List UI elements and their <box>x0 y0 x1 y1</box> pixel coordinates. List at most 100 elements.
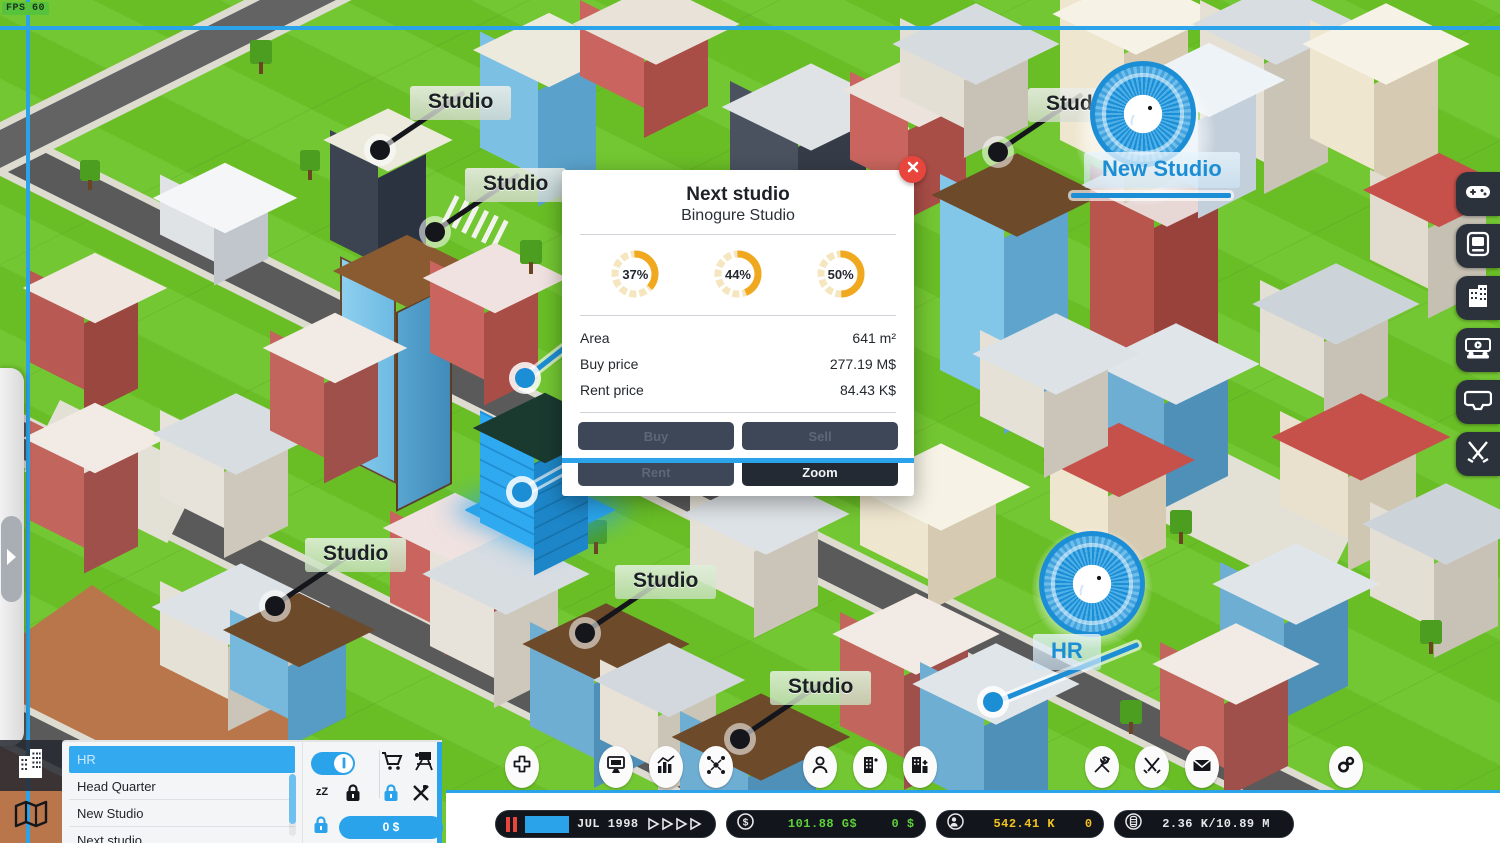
map-pin-label: HR <box>1033 634 1101 670</box>
divider <box>379 750 380 798</box>
left-border <box>26 0 30 843</box>
budget-value[interactable]: 0 $ <box>339 815 443 839</box>
gamepad-icon-button[interactable] <box>1456 172 1500 216</box>
dialog-actions: Buy Sell Rent Zoom <box>578 422 898 486</box>
settings-button[interactable] <box>1329 746 1363 788</box>
fast-forward-controls[interactable] <box>647 817 705 831</box>
computer-button[interactable] <box>599 746 633 788</box>
pin-dot <box>265 596 285 616</box>
detail-key: Area <box>580 330 610 346</box>
progress-ring: 37% <box>609 248 661 300</box>
chart-button[interactable] <box>649 746 683 788</box>
mail-button[interactable] <box>1185 746 1219 788</box>
list-item[interactable]: New Studio <box>69 800 295 827</box>
combat-button[interactable] <box>1135 746 1169 788</box>
hud-map-tab[interactable] <box>0 791 62 842</box>
next-studio-dialog[interactable]: Next studio Binogure Studio 37% 44% 50% … <box>562 156 926 496</box>
building <box>972 310 1140 479</box>
employee-value: 542.41 K <box>993 817 1056 831</box>
person-icon <box>810 755 830 780</box>
pin-dot <box>512 482 532 502</box>
power-toggle[interactable] <box>311 751 355 775</box>
close-icon <box>906 160 920 179</box>
add-building-button[interactable] <box>903 746 937 788</box>
sleep-zzz-icon[interactable]: zZ <box>311 783 333 808</box>
budget-row-1[interactable]: 0 $ <box>311 812 443 842</box>
ring-label: 44% <box>724 266 751 282</box>
sell-button[interactable]: Sell <box>742 422 898 450</box>
money-icon: $ <box>736 813 754 835</box>
swords-icon <box>1465 439 1491 470</box>
building-controls-panel[interactable]: zZ 0 $ <box>302 740 443 843</box>
money-delta: 0 $ <box>891 817 915 831</box>
detail-value: 84.43 K$ <box>839 382 896 398</box>
close-button[interactable] <box>899 156 926 183</box>
map-pin-label: Studio <box>410 86 512 120</box>
map-pin-label: Studio <box>615 565 717 599</box>
repair-button[interactable] <box>1085 746 1119 788</box>
list-item[interactable]: HR <box>69 746 295 773</box>
list-scrollbar-thumb[interactable] <box>289 774 296 824</box>
sleep-lock-cell[interactable]: zZ <box>311 780 373 810</box>
marketing-icon-button[interactable] <box>1456 328 1500 372</box>
top-border <box>0 26 1500 30</box>
pin-dot <box>425 222 445 242</box>
monitor-icon-button[interactable] <box>1456 380 1500 424</box>
building-list-button[interactable] <box>853 746 887 788</box>
buildings-icon <box>1466 283 1490 314</box>
game-screen: Studio Studio Studio Studio Studio Studi… <box>0 0 1500 843</box>
panel-accent-edge <box>437 742 442 843</box>
left-drawer-panel[interactable] <box>0 368 24 746</box>
new-studio-badge[interactable] <box>1095 66 1191 162</box>
pin-dot <box>575 623 595 643</box>
pause-icon[interactable] <box>506 816 517 832</box>
progress-rings: 37% 44% 50% <box>578 244 898 306</box>
network-button[interactable] <box>699 746 733 788</box>
list-item[interactable]: Next studio <box>69 827 295 843</box>
lock-icon[interactable] <box>381 783 401 808</box>
bar-chart-icon <box>656 754 676 780</box>
lock-icon[interactable] <box>343 783 363 808</box>
buildings-hud[interactable]: HR Head Quarter New Studio Next studio z… <box>0 740 443 843</box>
status-bar[interactable]: JUL 1998 $ 101.88 G$ 0 $ 542.41 K 0 2.36… <box>495 810 1294 838</box>
swords-icon-button[interactable] <box>1456 432 1500 476</box>
right-toolbar[interactable] <box>1456 172 1500 476</box>
hr-badge[interactable] <box>1044 536 1140 632</box>
building <box>892 0 1060 159</box>
employee-button[interactable] <box>803 746 837 788</box>
detail-key: Rent price <box>580 382 644 398</box>
buildings-list[interactable]: HR Head Quarter New Studio Next studio <box>62 742 302 843</box>
add-button[interactable] <box>505 746 539 788</box>
time-controls[interactable]: JUL 1998 <box>495 810 716 838</box>
buildings-icon-button[interactable] <box>1456 276 1500 320</box>
shop-tools-cell[interactable] <box>381 748 443 778</box>
shopping-cart-icon[interactable] <box>381 751 403 776</box>
controls-grid[interactable]: zZ 0 $ <box>311 748 443 843</box>
building <box>1152 620 1320 799</box>
building <box>1252 260 1420 429</box>
action-bar[interactable] <box>505 746 1363 788</box>
console-icon <box>1466 231 1490 262</box>
tree <box>520 240 542 274</box>
hud-mode-switcher[interactable] <box>0 740 62 843</box>
building <box>152 160 298 286</box>
month-progress-bar <box>525 815 569 833</box>
building <box>1362 480 1500 659</box>
lock-icon[interactable] <box>311 815 331 840</box>
power-toggle-cell[interactable] <box>311 748 373 778</box>
console-icon-button[interactable] <box>1456 224 1500 268</box>
monitor-icon <box>606 755 626 780</box>
tools-cross-icon[interactable] <box>411 783 433 808</box>
left-drawer-toggle[interactable] <box>1 516 22 602</box>
hud-buildings-tab[interactable] <box>0 740 62 791</box>
list-scrollbar[interactable] <box>289 774 296 836</box>
crossed-swords-icon <box>1142 755 1162 780</box>
svg-text:$: $ <box>742 817 748 828</box>
presentation-easel-icon[interactable] <box>413 751 435 776</box>
lock-tools-cell[interactable] <box>381 780 443 810</box>
buy-button[interactable]: Buy <box>578 422 734 450</box>
list-item[interactable]: Head Quarter <box>69 773 295 800</box>
buildings-list-panel[interactable]: HR Head Quarter New Studio Next studio <box>62 740 302 843</box>
game-date: JUL 1998 <box>577 817 639 831</box>
map-pin-label: Studio <box>465 168 567 202</box>
